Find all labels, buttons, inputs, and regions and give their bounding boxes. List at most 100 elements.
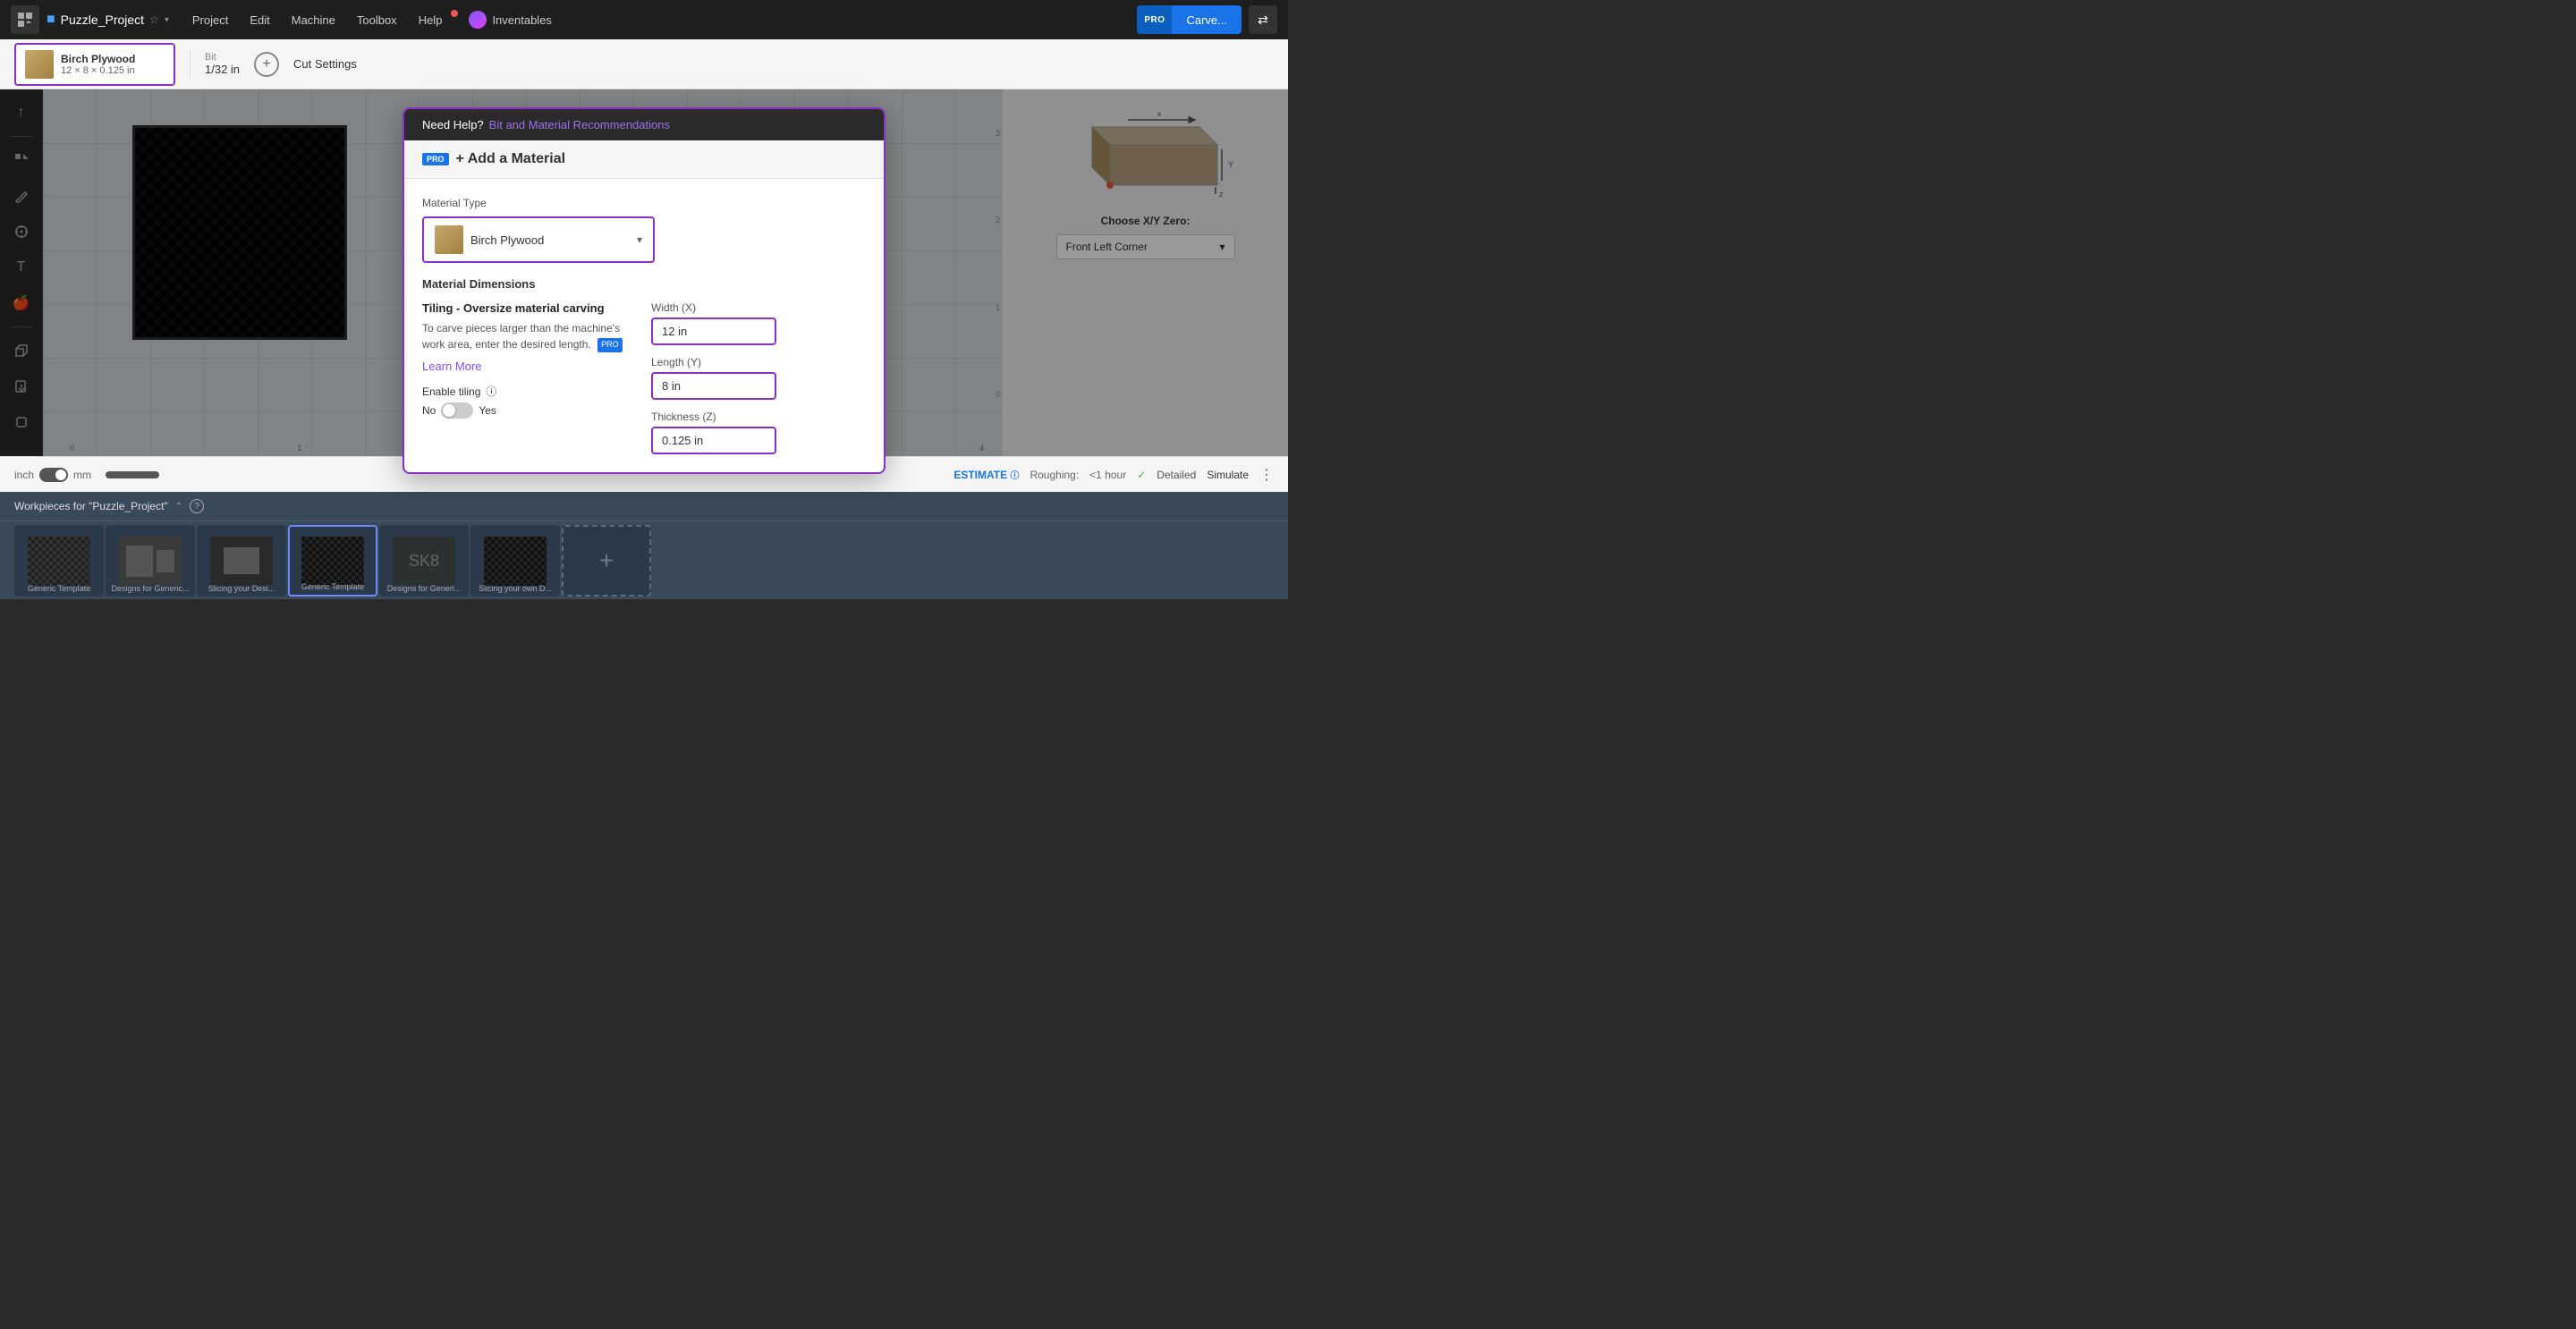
width-label: Width (X) <box>651 301 866 314</box>
nav-toolbox[interactable]: Toolbox <box>348 10 406 30</box>
toggle-knob <box>443 404 455 417</box>
width-input[interactable] <box>651 317 776 345</box>
detailed-label: Detailed <box>1157 469 1196 481</box>
workpieces-chevron-icon[interactable]: ⌃ <box>175 502 182 512</box>
workpiece-thumb-5 <box>484 537 547 586</box>
app-logo <box>11 5 39 34</box>
material-type-label: Material Type <box>422 197 866 209</box>
workpiece-item-4[interactable]: SK8 Designs for Generi... <box>379 525 469 597</box>
tiling-toggle[interactable] <box>441 402 473 419</box>
project-name[interactable]: Puzzle_Project <box>61 13 144 27</box>
workpiece-item-5[interactable]: Slicing your own D... <box>470 525 560 597</box>
top-navigation: ■ Puzzle_Project ☆ ▾ Project Edit Machin… <box>0 0 1288 39</box>
more-button[interactable]: ⋮ <box>1259 466 1274 484</box>
modal-body: Material Type Birch Plywood ▾ Material D… <box>404 179 884 472</box>
no-label: No <box>422 404 436 417</box>
scroll-indicator[interactable] <box>106 471 159 478</box>
modal-overlay[interactable]: Need Help? Bit and Material Recommendati… <box>0 89 1288 456</box>
dims-section: Material Dimensions Tiling - Oversize ma… <box>422 277 866 454</box>
workpiece-label-2: Slicing your Desi... <box>197 584 286 593</box>
roughing-time: <1 hour <box>1089 469 1126 481</box>
header-bar: Birch Plywood 12 × 8 × 0.125 in Bit 1/32… <box>0 39 1288 89</box>
estimate-bar: ESTIMATE ⓘ Roughing: <1 hour ✓ Detailed … <box>953 466 1274 484</box>
modal-pro-badge: PRO <box>422 153 449 165</box>
workpieces-help-button[interactable]: ? <box>190 499 204 513</box>
add-button[interactable]: + <box>254 52 279 77</box>
workpiece-item-0[interactable]: Generic Template <box>14 525 104 597</box>
bit-value: 1/32 in <box>205 63 240 76</box>
expand-button[interactable]: ⇄ <box>1249 5 1277 34</box>
expand-icon: ⇄ <box>1258 13 1268 28</box>
modal-header: PRO + Add a Material <box>404 140 884 179</box>
modal-title: + Add a Material <box>456 151 566 167</box>
workpieces-bar: Workpieces for "Puzzle_Project" ⌃ ? <box>0 492 1288 521</box>
nav-project[interactable]: Project <box>183 10 237 30</box>
inventables-icon <box>469 11 487 29</box>
header-divider <box>190 50 191 79</box>
modal-help-bar: Need Help? Bit and Material Recommendati… <box>404 109 884 140</box>
add-icon: + <box>262 56 270 72</box>
material-selector[interactable]: Birch Plywood 12 × 8 × 0.125 in <box>14 43 175 86</box>
length-field: Length (Y) <box>651 356 866 400</box>
cut-settings-button[interactable]: Cut Settings <box>293 57 357 71</box>
mat-dropdown-chevron: ▾ <box>637 233 642 246</box>
material-type-dropdown[interactable]: Birch Plywood ▾ <box>422 216 655 263</box>
cut-settings-label: Cut Settings <box>293 57 357 71</box>
unit-toggle-switch[interactable] <box>39 468 68 482</box>
learn-more-link[interactable]: Learn More <box>422 360 637 373</box>
material-name: Birch Plywood <box>61 53 135 65</box>
bit-section: Bit 1/32 in <box>205 52 240 76</box>
material-thumbnail <box>25 50 54 79</box>
help-dot <box>451 10 458 17</box>
workpiece-add-button[interactable]: + <box>562 525 651 597</box>
estimate-label: ESTIMATE ⓘ <box>953 468 1019 481</box>
material-dims: 12 × 8 × 0.125 in <box>61 65 135 76</box>
nav-machine[interactable]: Machine <box>283 10 344 30</box>
unit-mm-label: mm <box>73 469 91 481</box>
nav-edit[interactable]: Edit <box>241 10 278 30</box>
star-icon[interactable]: ☆ <box>149 13 159 26</box>
simulate-button[interactable]: Simulate <box>1207 469 1249 481</box>
inventables-link[interactable]: Inventables <box>469 11 552 29</box>
carve-button[interactable]: PRO Carve... <box>1137 5 1241 34</box>
workpiece-thumb-4: SK8 <box>393 537 455 586</box>
bit-label: Bit <box>205 52 240 63</box>
workpiece-thumb-1 <box>119 537 182 586</box>
thickness-input[interactable] <box>651 427 776 454</box>
nav-help[interactable]: Help <box>410 10 452 30</box>
project-chevron-icon[interactable]: ▾ <box>165 15 169 25</box>
workpiece-label-5: Slicing your own D... <box>470 584 560 593</box>
material-info: Birch Plywood 12 × 8 × 0.125 in <box>61 53 135 76</box>
project-title: ■ Puzzle_Project ☆ ▾ <box>47 12 169 28</box>
tiling-title: Tiling - Oversize material carving <box>422 301 637 315</box>
inventables-label: Inventables <box>492 13 552 27</box>
dims-right: Width (X) Length (Y) Thickness (Z) <box>651 301 866 454</box>
tiling-desc: To carve pieces larger than the machine'… <box>422 320 637 352</box>
tiling-info-icon: ⓘ <box>486 384 496 399</box>
length-input[interactable] <box>651 372 776 400</box>
workpieces-grid: Generic Template Designs for Generic... … <box>0 521 1288 599</box>
workpiece-thumb-2 <box>210 537 273 586</box>
mat-dropdown-name: Birch Plywood <box>470 233 630 247</box>
dims-title: Material Dimensions <box>422 277 866 291</box>
width-field: Width (X) <box>651 301 866 345</box>
tiling-pro-badge: PRO <box>597 338 623 352</box>
carve-pro-badge: PRO <box>1137 5 1172 34</box>
workpiece-label-0: Generic Template <box>14 584 104 593</box>
carve-label: Carve... <box>1172 5 1241 34</box>
help-text: Need Help? <box>422 118 484 131</box>
workpiece-item-1[interactable]: Designs for Generic... <box>106 525 195 597</box>
workpiece-item-3[interactable]: Generic Template <box>288 525 377 597</box>
unit-inch-label: inch <box>14 469 34 481</box>
help-link[interactable]: Bit and Material Recommendations <box>489 118 670 131</box>
estimate-info-icon: ⓘ <box>1010 471 1019 481</box>
enable-tiling-label: Enable tiling <box>422 385 480 398</box>
main-area: ↑ T 🍎 3 2 <box>0 89 1288 456</box>
dims-left: Tiling - Oversize material carving To ca… <box>422 301 637 454</box>
enable-tiling: Enable tiling ⓘ <box>422 384 637 399</box>
workpiece-item-2[interactable]: Slicing your Desi... <box>197 525 286 597</box>
workpiece-label-3: Generic Template <box>290 582 376 591</box>
workpiece-add-icon: + <box>599 546 614 575</box>
workpieces-title: Workpieces for "Puzzle_Project" <box>14 500 168 512</box>
workpiece-thumb-0 <box>28 537 90 586</box>
